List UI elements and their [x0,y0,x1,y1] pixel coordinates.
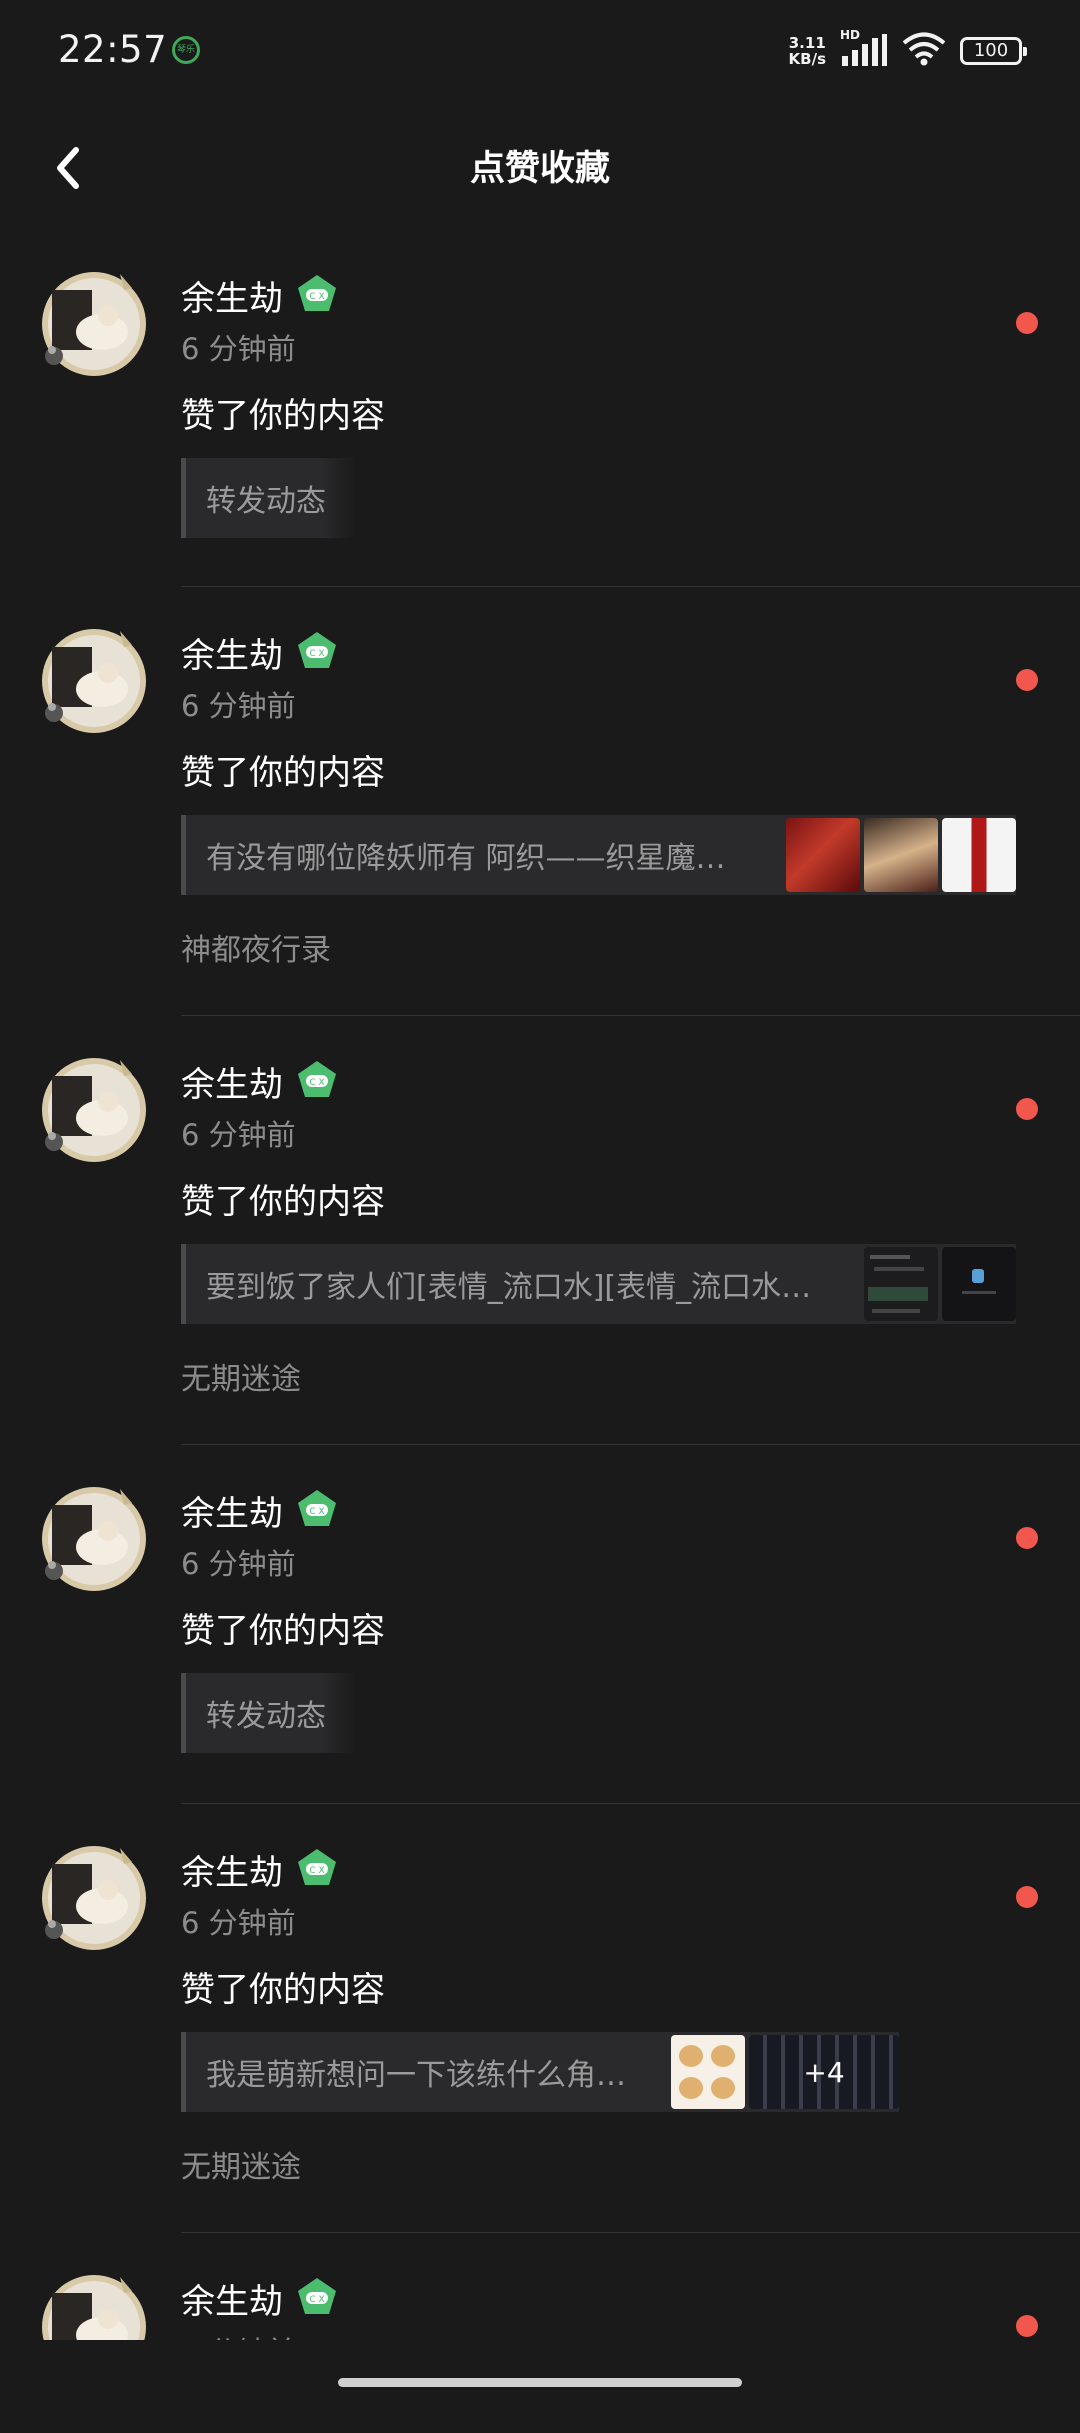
timestamp: 6 分钟前 [181,1547,296,1581]
avatar[interactable] [40,627,148,735]
quoted-content[interactable]: 要到饭了家人们[表情_流口水][表情_流口水… [181,1244,1016,1324]
network-speed-value: 3.11 [788,34,826,52]
game-controller-badge-icon: C X [298,275,336,311]
quoted-text: 转发动态 [206,484,326,519]
name-row: 余生劫 C X [181,1844,1080,1894]
user-name[interactable]: 余生劫 [181,628,283,677]
timestamp: 6 分钟前 [181,1906,296,1940]
thumbnail-image[interactable] [942,818,1016,892]
action-text: 赞了你的内容 [181,1611,385,1651]
avatar[interactable] [40,270,148,378]
name-row: 余生劫 C X [181,270,1080,320]
timestamp: 6 分钟前 [181,689,296,723]
thumbnail-strip [864,1247,1016,1321]
action-text: 赞了你的内容 [181,396,385,436]
thumbnail-image[interactable] [864,1247,938,1321]
action-text: 赞了你的内容 [181,753,385,793]
status-time: 22:57 [58,28,168,71]
page-title: 点赞收藏 [469,149,610,189]
quoted-content[interactable]: 转发动态 [181,1673,356,1753]
thumbnail-image[interactable] [864,818,938,892]
thumbnail-image[interactable] [786,818,860,892]
avatar[interactable] [40,1485,148,1593]
source-game-label[interactable]: 无期迷途 [181,2142,1080,2185]
wifi-icon [902,32,946,70]
quoted-text: 转发动态 [206,1699,326,1734]
timestamp: 6 分钟前 [181,332,296,366]
user-name[interactable]: 余生劫 [181,1486,283,1535]
quoted-content[interactable]: 转发动态 [181,458,356,538]
game-controller-badge-icon: C X [298,1849,336,1885]
unread-dot [1016,1886,1038,1908]
status-indicators: 3.11 KB/s HD 100 [789,28,1027,72]
bottom-safe-area [0,2340,1080,2401]
quoted-text: 要到饭了家人们[表情_流口水][表情_流口水… [206,1270,812,1305]
game-controller-badge-icon: C X [298,2278,336,2314]
navigation-bar: 点赞收藏 [0,100,1080,230]
thumbnail-strip: +4 [671,2035,899,2109]
user-name[interactable]: 余生劫 [181,271,283,320]
game-controller-badge-icon: C X [298,632,336,668]
notification-list: 余生劫 C X 6 分钟前 赞了你的内容 转发动态 余生劫 C X 6 分钟前 … [0,230,1080,2433]
list-item[interactable]: 余生劫 C X 6 分钟前 [0,2233,1080,2433]
list-item[interactable]: 余生劫 C X 6 分钟前 赞了你的内容 我是萌新想问一下该练什么角… +4 无… [0,1804,1080,2233]
action-text: 赞了你的内容 [181,1182,385,1222]
name-row: 余生劫 C X [181,1056,1080,1106]
name-row: 余生劫 C X [181,2273,1080,2323]
unread-dot [1016,669,1038,691]
more-images-count: +4 [749,2035,899,2109]
status-bar: 22:57 琴乐 3.11 KB/s HD 100 [0,0,1080,100]
app-notification-icon: 琴乐 [172,36,200,64]
unread-dot [1016,312,1038,334]
game-controller-badge-icon: C X [298,1061,336,1097]
svg-text:C X: C X [309,1078,324,1088]
user-name[interactable]: 余生劫 [181,1057,283,1106]
unread-dot [1016,1527,1038,1549]
source-game-label[interactable]: 神都夜行录 [181,925,1080,968]
list-item[interactable]: 余生劫 C X 6 分钟前 赞了你的内容 要到饭了家人们[表情_流口水][表情_… [0,1016,1080,1445]
network-speed: 3.11 KB/s [789,35,826,67]
quoted-content[interactable]: 有没有哪位降妖师有 阿织——织星魔… [181,815,1016,895]
thumbnail-strip [786,818,1016,892]
quoted-text: 有没有哪位降妖师有 阿织——织星魔… [206,841,726,876]
name-row: 余生劫 C X [181,627,1080,677]
user-name[interactable]: 余生劫 [181,2274,283,2323]
svg-text:C X: C X [309,1507,324,1517]
name-row: 余生劫 C X [181,1485,1080,1535]
unread-dot [1016,1098,1038,1120]
quoted-text: 我是萌新想问一下该练什么角… [206,2058,626,2093]
avatar[interactable] [40,1056,148,1164]
action-text: 赞了你的内容 [181,1970,385,2010]
user-name[interactable]: 余生劫 [181,1845,283,1894]
thumbnail-image[interactable] [671,2035,745,2109]
thumbnail-image[interactable] [942,1247,1016,1321]
avatar[interactable] [40,1844,148,1952]
timestamp: 6 分钟前 [181,1118,296,1152]
source-game-label[interactable]: 无期迷途 [181,1354,1080,1397]
signal-icon: HD [840,28,888,68]
svg-text:C X: C X [309,649,324,659]
svg-text:C X: C X [309,292,324,302]
network-speed-unit: KB/s [788,50,826,68]
home-indicator[interactable] [338,2378,742,2387]
svg-text:C X: C X [309,2295,324,2305]
svg-text:C X: C X [309,1866,324,1876]
quoted-content[interactable]: 我是萌新想问一下该练什么角… +4 [181,2032,899,2112]
list-item[interactable]: 余生劫 C X 6 分钟前 赞了你的内容 转发动态 [0,1445,1080,1804]
thumbnail-image[interactable]: +4 [749,2035,899,2109]
unread-dot [1016,2315,1038,2337]
list-item[interactable]: 余生劫 C X 6 分钟前 赞了你的内容 转发动态 [0,230,1080,587]
list-item[interactable]: 余生劫 C X 6 分钟前 赞了你的内容 有没有哪位降妖师有 阿织——织星魔… … [0,587,1080,1016]
game-controller-badge-icon: C X [298,1490,336,1526]
battery-icon: 100 [960,37,1027,65]
